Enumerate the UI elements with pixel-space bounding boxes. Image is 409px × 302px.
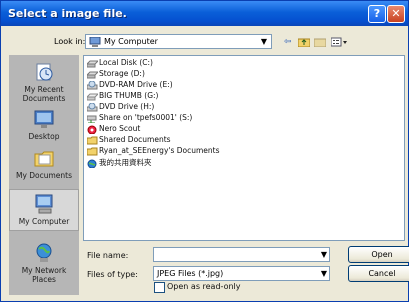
- look-in-dropdown[interactable]: My Computer ▼: [85, 34, 272, 49]
- network-places-icon: [36, 243, 52, 262]
- place-label: My Documents: [15, 171, 73, 180]
- read-only-checkbox[interactable]: [154, 282, 165, 293]
- close-button[interactable]: ✕: [387, 5, 405, 23]
- list-item[interactable]: BIG THUMB (G:): [87, 91, 158, 102]
- up-folder-icon[interactable]: [297, 37, 311, 50]
- read-only-label: Open as read-only: [167, 282, 241, 291]
- my-computer-icon: [35, 194, 53, 214]
- look-in-label: Look in:: [54, 37, 86, 46]
- list-item[interactable]: Nero Scout: [87, 124, 140, 135]
- my-documents-icon: [34, 151, 54, 167]
- list-item-label: Nero Scout: [99, 124, 141, 133]
- list-item[interactable]: Storage (D:): [87, 69, 145, 80]
- files-of-type-label: Files of type:: [87, 270, 138, 279]
- view-menu-icon[interactable]: [330, 37, 349, 50]
- place-my-network-places[interactable]: My Network Places: [9, 242, 79, 284]
- help-icon: ?: [373, 7, 381, 20]
- removable-drive-icon: [87, 93, 98, 100]
- list-item[interactable]: 我的共用資料夾: [87, 157, 152, 168]
- close-icon: ✕: [391, 7, 401, 20]
- file-type-value: JPEG Files (*.jpg): [157, 269, 224, 278]
- place-label: My Computer: [18, 217, 70, 226]
- help-button[interactable]: ?: [368, 5, 386, 23]
- list-item-label: Ryan_at_SEEnergy's Documents: [99, 146, 220, 155]
- place-my-documents[interactable]: My Documents: [9, 147, 79, 180]
- list-item-label: 我的共用資料夾: [99, 158, 152, 167]
- nero-scout-icon: [87, 125, 97, 134]
- place-label: My Recent Documents: [22, 85, 66, 103]
- list-item-label: Storage (D:): [99, 69, 145, 78]
- shared-folder-icon: [87, 159, 97, 168]
- place-my-computer[interactable]: My Computer: [9, 189, 79, 231]
- new-folder-icon[interactable]: [313, 37, 327, 50]
- hard-drive-icon: [87, 71, 98, 78]
- list-item[interactable]: Local Disk (C:): [87, 58, 153, 69]
- place-label: Desktop: [28, 132, 60, 141]
- list-item[interactable]: DVD Drive (H:): [87, 102, 154, 113]
- back-icon[interactable]: ⇦: [284, 37, 292, 47]
- place-desktop[interactable]: Desktop: [9, 108, 79, 141]
- file-name-combo[interactable]: ▼: [153, 247, 330, 262]
- open-button[interactable]: Open: [348, 246, 409, 263]
- list-item-label: Local Disk (C:): [99, 58, 153, 67]
- list-item[interactable]: Ryan_at_SEEnergy's Documents: [87, 146, 220, 157]
- file-list[interactable]: Local Disk (C:) Storage (D:) DVD-RAM Dri…: [83, 55, 405, 241]
- dvd-drive-icon: [87, 80, 98, 89]
- list-item-label: DVD Drive (H:): [99, 102, 155, 111]
- chevron-down-icon: ▼: [320, 269, 327, 278]
- folder-icon: [87, 136, 98, 144]
- place-label: My Network Places: [21, 266, 67, 284]
- file-name-label: File name:: [87, 251, 129, 260]
- list-item[interactable]: Shared Documents: [87, 135, 171, 146]
- places-bar: My Recent Documents Desktop My Documents: [9, 55, 79, 295]
- folder-icon: [87, 147, 98, 155]
- list-item-label: Shared Documents: [99, 135, 171, 144]
- my-computer-icon: [89, 37, 101, 47]
- cancel-button[interactable]: Cancel: [348, 265, 409, 282]
- list-item-label: DVD-RAM Drive (E:): [99, 80, 173, 89]
- chevron-down-icon: ▼: [320, 250, 327, 259]
- file-type-dropdown[interactable]: JPEG Files (*.jpg) ▼: [153, 266, 330, 281]
- list-item[interactable]: DVD-RAM Drive (E:): [87, 80, 173, 91]
- desktop-icon: [34, 110, 54, 128]
- window-title: Select a image file.: [8, 7, 127, 20]
- list-item-label: Share on 'tpefs0001' (S:): [99, 113, 193, 122]
- look-in-value: My Computer: [104, 37, 158, 46]
- title-bar[interactable]: Select a image file. ? ✕: [1, 1, 408, 26]
- dvd-drive-icon: [87, 102, 98, 111]
- list-item-label: BIG THUMB (G:): [99, 91, 159, 100]
- file-dialog: Select a image file. ? ✕ Look in: My Com…: [0, 0, 409, 302]
- hard-drive-icon: [87, 60, 98, 67]
- list-item[interactable]: Share on 'tpefs0001' (S:): [87, 113, 192, 124]
- place-my-recent-documents[interactable]: My Recent Documents: [9, 61, 79, 103]
- network-drive-icon: [87, 115, 97, 123]
- recent-documents-icon: [36, 63, 53, 81]
- chevron-down-icon: ▼: [260, 37, 268, 46]
